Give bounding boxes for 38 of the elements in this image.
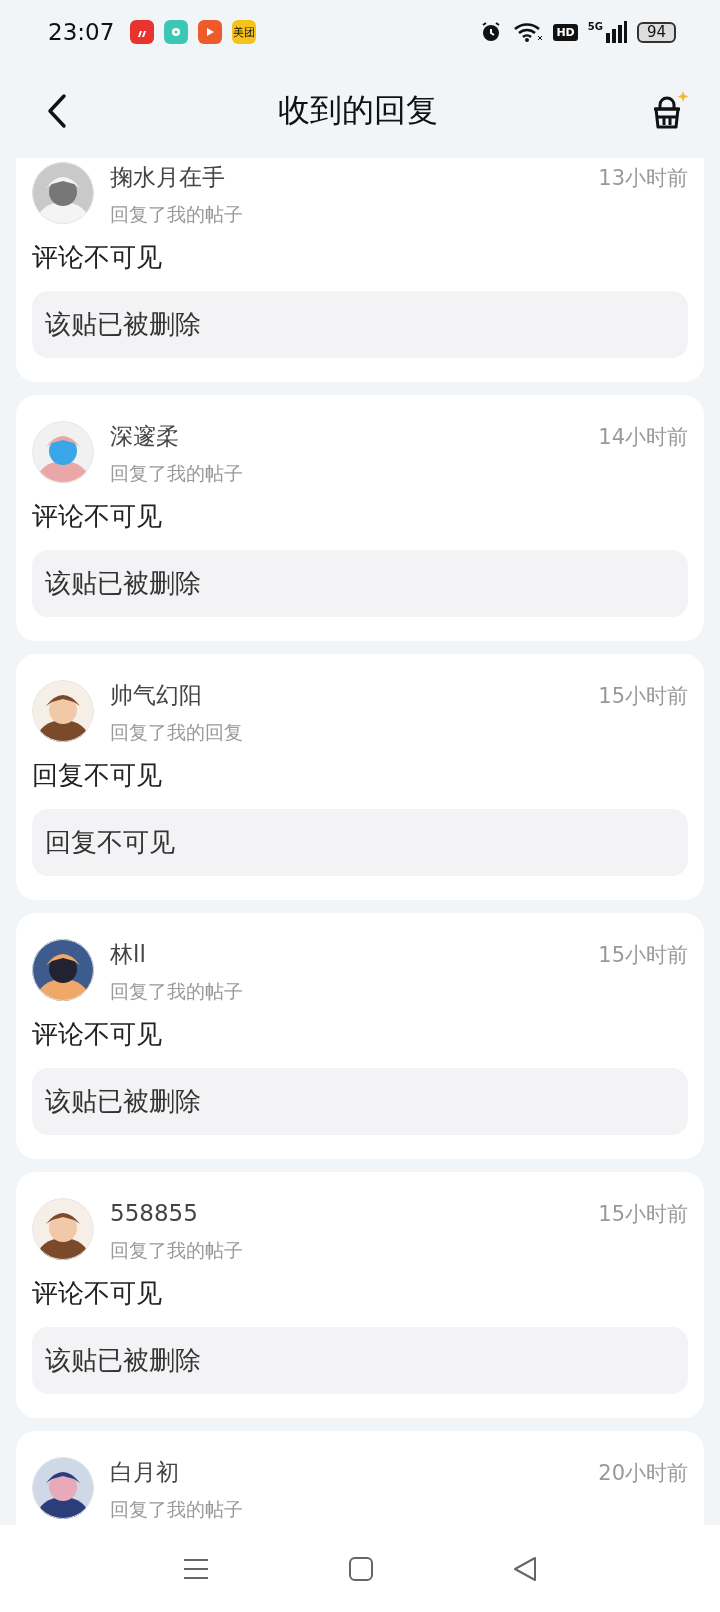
reply-time: 15小时前 — [598, 683, 688, 710]
wifi-icon — [513, 20, 544, 44]
reply-time: 15小时前 — [598, 942, 688, 969]
quoted-post: 该贴已被删除 — [32, 550, 688, 617]
signal-icon — [604, 21, 627, 43]
reply-time: 20小时前 — [598, 1460, 688, 1487]
quoted-post: 该贴已被删除 — [32, 1068, 688, 1135]
reply-type: 回复了我的帖子 — [110, 1497, 244, 1522]
app-label: 美团 — [233, 24, 256, 40]
reply-type: 回复了我的帖子 — [110, 202, 244, 227]
user-name: 掬水月在手 — [110, 163, 226, 192]
user-name: 林ll — [110, 940, 147, 969]
user-name: 白月初 — [110, 1458, 180, 1487]
reply-type: 回复了我的帖子 — [110, 979, 244, 1004]
menu-icon[interactable] — [183, 1557, 209, 1580]
battery-indicator: 94 — [636, 21, 676, 43]
reply-time: 15小时前 — [598, 1201, 688, 1228]
home-icon[interactable] — [349, 1556, 373, 1581]
network-type: 5G — [587, 21, 603, 32]
user-name: 558855 — [110, 1199, 199, 1228]
comment-text: 评论不可见 — [32, 1018, 163, 1051]
user-name: 帅气幻阳 — [110, 681, 203, 710]
reply-time: 13小时前 — [598, 165, 688, 192]
page-title: 收到的回复 — [278, 90, 438, 131]
reply-type: 回复了我的帖子 — [110, 1238, 244, 1263]
hd-indicator: HD — [553, 23, 578, 41]
user-name: 深邃柔 — [110, 422, 180, 451]
comment-text: 评论不可见 — [32, 500, 163, 533]
clock-time: 23:07 — [48, 19, 115, 45]
comment-text: 评论不可见 — [32, 241, 163, 274]
quoted-post: 该贴已被删除 — [32, 291, 688, 358]
reply-type: 回复了我的回复 — [110, 720, 244, 745]
reply-time: 14小时前 — [598, 424, 688, 451]
comment-text: 回复不可见 — [32, 759, 163, 792]
quoted-post: 回复不可见 — [32, 809, 688, 876]
quoted-post: 该贴已被删除 — [32, 1327, 688, 1394]
comment-text: 评论不可见 — [32, 1277, 163, 1310]
reply-type: 回复了我的帖子 — [110, 461, 244, 486]
